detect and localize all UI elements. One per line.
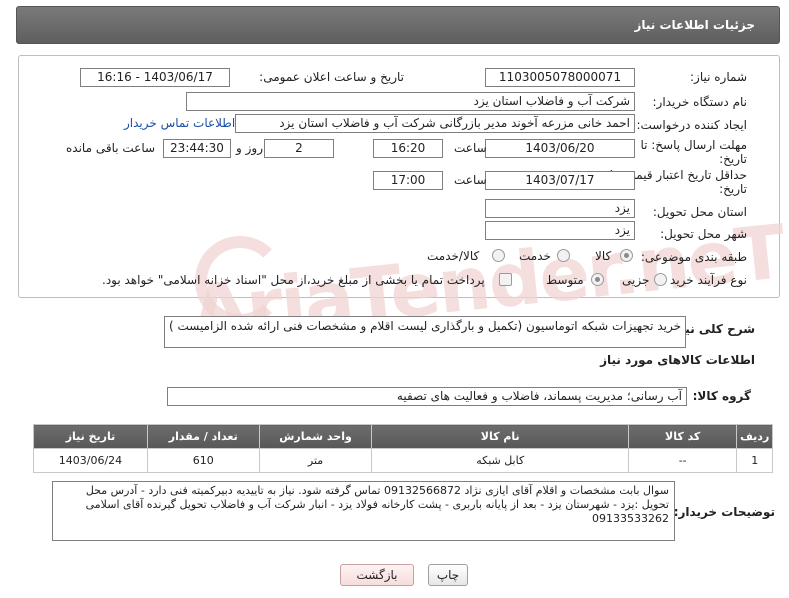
col-name: نام کالا <box>371 424 629 449</box>
purchase-type-label: نوع فرآیند خرید : <box>662 273 747 287</box>
col-quantity: تعداد / مقدار <box>146 424 260 449</box>
col-date: تاریخ نیاز <box>33 424 148 449</box>
cell-row: 1 <box>736 448 773 473</box>
validity-date-field: 1403/07/17 <box>485 171 635 190</box>
province-label: استان محل تحویل: <box>652 205 747 219</box>
buyer-notes-text: سوال بابت مشخصات و اقلام آقای ایازی نژاد… <box>85 484 669 525</box>
category-radio-service[interactable] <box>557 249 570 262</box>
cell-unit: متر <box>258 448 373 473</box>
goods-group-label: گروه کالا: <box>692 389 751 403</box>
treasury-payment-checkbox[interactable] <box>499 273 512 286</box>
requester-label: ایجاد کننده درخواست: <box>636 118 747 132</box>
category-label: طبقه بندی موضوعی: <box>640 250 747 264</box>
items-table-header: ردیف کد کالا نام کالا واحد شمارش تعداد /… <box>33 424 773 449</box>
purchase-radio-medium[interactable] <box>591 273 604 286</box>
days-field: 2 <box>264 139 334 158</box>
requester-field: احمد خانی مزرعه آخوند مدیر بازرگانی شرکت… <box>235 114 635 133</box>
purchase-option-minor: جزیی <box>622 273 650 287</box>
items-table: ردیف کد کالا نام کالا واحد شمارش تعداد /… <box>33 424 773 473</box>
col-unit: واحد شمارش <box>258 424 373 449</box>
description-text: خرید تجهیزات شبکه اتوماسیون (تکمیل و بار… <box>168 319 681 333</box>
validity-time-label: ساعت <box>454 173 487 187</box>
treasury-payment-note: پرداخت تمام یا بخشی از مبلغ خرید،از محل … <box>102 273 485 287</box>
city-field: یزد <box>485 221 635 240</box>
purchase-radio-minor[interactable] <box>654 273 667 286</box>
col-code: کد کالا <box>627 424 738 449</box>
remaining-label: ساعت باقی مانده <box>66 141 156 155</box>
goods-section-title: اطلاعات کالاهای مورد نیاز <box>600 353 755 367</box>
category-radio-both[interactable] <box>492 249 505 262</box>
page-title: جزئیات اطلاعات نیاز <box>634 18 755 32</box>
deadline-date-field: 1403/06/20 <box>485 139 635 158</box>
need-number-label: شماره نیاز: <box>690 70 747 84</box>
deadline-time-label: ساعت <box>454 141 487 155</box>
category-option-service: خدمت <box>519 249 551 263</box>
cell-name: کابل شبکه <box>371 448 629 473</box>
province-field: یزد <box>485 199 635 218</box>
contact-info-link[interactable]: اطلاعات تماس خریدار <box>124 116 235 130</box>
category-option-both: کالا/خدمت <box>427 249 480 263</box>
buyer-notes-field: سوال بابت مشخصات و اقلام آقای ایازی نژاد… <box>52 481 675 541</box>
goods-group-field: آب رسانی؛ مدیریت پسماند، فاضلاب و فعالیت… <box>167 387 687 406</box>
cell-quantity: 610 <box>146 448 260 473</box>
validity-date-label: تاریخ: <box>719 182 747 196</box>
need-number-field: 1103005078000071 <box>485 68 635 87</box>
announce-label: تاریخ و ساعت اعلان عمومی: <box>259 70 404 84</box>
back-button[interactable]: بازگشت <box>340 564 414 586</box>
col-row: ردیف <box>736 424 773 449</box>
purchase-option-medium: متوسط <box>546 273 584 287</box>
category-option-goods: کالا <box>595 249 612 263</box>
announce-field: 1403/06/17 - 16:16 <box>80 68 230 87</box>
deadline-label: مهلت ارسال پاسخ: تا <box>640 138 747 152</box>
deadline-time-field: 16:20 <box>373 139 443 158</box>
buyer-org-label: نام دستگاه خریدار: <box>652 95 748 109</box>
category-radio-goods[interactable] <box>620 249 633 262</box>
page-header: جزئیات اطلاعات نیاز <box>16 6 780 44</box>
days-label: روز و <box>236 141 263 155</box>
remaining-time-field: 23:44:30 <box>163 139 231 158</box>
cell-date: 1403/06/24 <box>33 448 148 473</box>
print-button[interactable]: چاپ <box>428 564 468 586</box>
city-label: شهر محل تحویل: <box>660 227 747 241</box>
validity-time-field: 17:00 <box>373 171 443 190</box>
table-row: 1 -- کابل شبکه متر 610 1403/06/24 <box>33 448 773 473</box>
buyer-notes-label: توضیحات خریدار: <box>673 505 775 519</box>
buyer-org-field: شرکت آب و فاضلاب استان یزد <box>186 92 635 111</box>
cell-code: -- <box>627 448 738 473</box>
deadline-date-label: تاریخ: <box>719 152 747 166</box>
description-field: خرید تجهیزات شبکه اتوماسیون (تکمیل و بار… <box>164 316 686 348</box>
